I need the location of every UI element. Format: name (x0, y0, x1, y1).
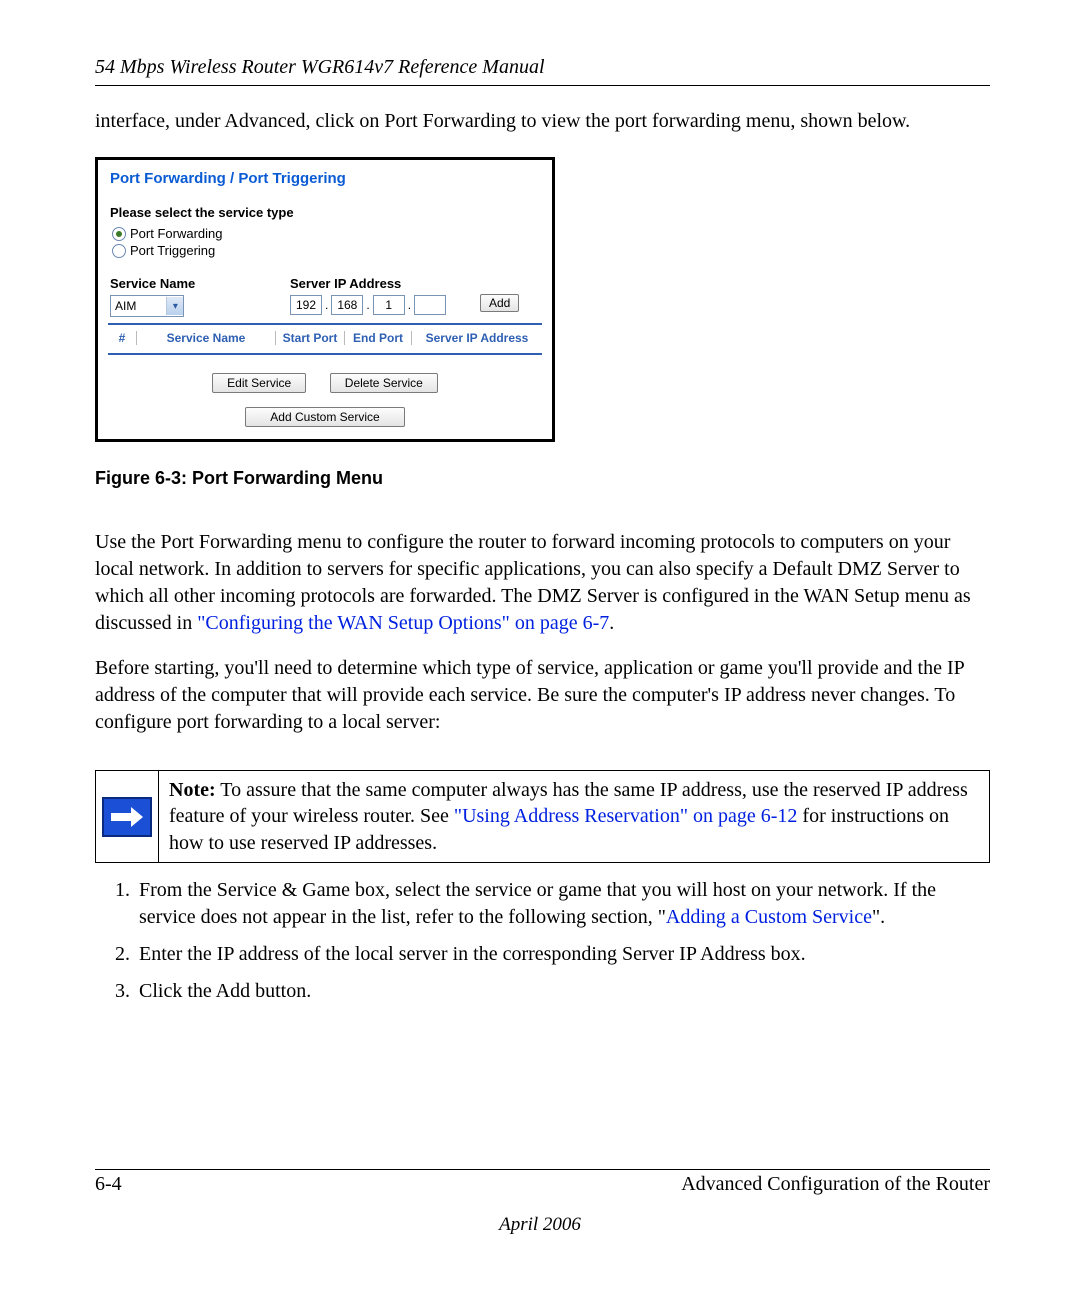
radio-label: Port Forwarding (130, 226, 222, 241)
radio-port-triggering[interactable]: Port Triggering (112, 243, 542, 258)
forwarding-table-header: # Service Name Start Port End Port Serve… (108, 329, 542, 347)
add-custom-service-button[interactable]: Add Custom Service (245, 407, 404, 427)
chevron-down-icon: ▾ (166, 297, 183, 315)
paragraph-before-starting: Before starting, you'll need to determin… (95, 655, 990, 736)
arrow-right-icon (102, 797, 152, 837)
link-wan-setup[interactable]: "Configuring the WAN Setup Options" on p… (197, 612, 609, 634)
intro-paragraph: interface, under Advanced, click on Port… (95, 108, 990, 135)
section-title: Advanced Configuration of the Router (681, 1173, 990, 1196)
paragraph-dmz: Use the Port Forwarding menu to configur… (95, 529, 990, 637)
dot-separator: . (324, 298, 329, 312)
running-header: 54 Mbps Wireless Router WGR614v7 Referen… (95, 56, 990, 79)
dot-separator: . (407, 298, 412, 312)
footer-date: April 2006 (0, 1214, 1080, 1236)
divider (108, 323, 542, 325)
service-type-label: Please select the service type (110, 205, 542, 220)
link-address-reservation[interactable]: "Using Address Reservation" on page 6-12 (454, 805, 798, 827)
footer-rule (95, 1169, 990, 1170)
th-number: # (108, 331, 137, 345)
delete-service-button[interactable]: Delete Service (330, 373, 438, 393)
radio-icon (112, 227, 126, 241)
manual-page: 54 Mbps Wireless Router WGR614v7 Referen… (0, 0, 1080, 1296)
radio-port-forwarding[interactable]: Port Forwarding (112, 226, 542, 241)
note-label: Note: (169, 779, 216, 801)
radio-icon (112, 244, 126, 258)
panel-title: Port Forwarding / Port Triggering (110, 170, 542, 187)
th-server-ip: Server IP Address (412, 331, 542, 345)
page-number: 6-4 (95, 1173, 122, 1196)
step-3: Click the Add button. (135, 978, 990, 1005)
ip-octet-3[interactable]: 1 (373, 295, 405, 315)
select-value: AIM (111, 299, 166, 313)
server-ip-label: Server IP Address (290, 276, 480, 291)
steps-list: From the Service & Game box, select the … (95, 877, 990, 1005)
ip-octet-1[interactable]: 192 (290, 295, 322, 315)
th-service-name: Service Name (137, 331, 276, 345)
dot-separator: . (365, 298, 370, 312)
service-name-label: Service Name (110, 276, 290, 291)
service-name-select[interactable]: AIM ▾ (110, 295, 184, 317)
step-1: From the Service & Game box, select the … (135, 877, 990, 931)
figure-caption: Figure 6-3: Port Forwarding Menu (95, 468, 990, 489)
divider (108, 353, 542, 355)
note-text: Note: To assure that the same computer a… (158, 771, 989, 862)
note-box: Note: To assure that the same computer a… (95, 770, 990, 863)
radio-label: Port Triggering (130, 243, 215, 258)
footer: 6-4 Advanced Configuration of the Router (95, 1173, 990, 1196)
ip-octet-4[interactable] (414, 295, 446, 315)
step-2: Enter the IP address of the local server… (135, 941, 990, 968)
note-icon-cell (96, 771, 158, 862)
th-end-port: End Port (345, 331, 412, 345)
text: . (609, 612, 614, 634)
link-adding-custom-service[interactable]: Adding a Custom Service (666, 906, 872, 928)
add-button[interactable]: Add (480, 294, 519, 312)
text: ". (872, 906, 885, 928)
port-forwarding-screenshot: Port Forwarding / Port Triggering Please… (95, 157, 555, 442)
ip-octet-2[interactable]: 168 (331, 295, 363, 315)
edit-service-button[interactable]: Edit Service (212, 373, 306, 393)
th-start-port: Start Port (276, 331, 345, 345)
header-rule (95, 85, 990, 86)
